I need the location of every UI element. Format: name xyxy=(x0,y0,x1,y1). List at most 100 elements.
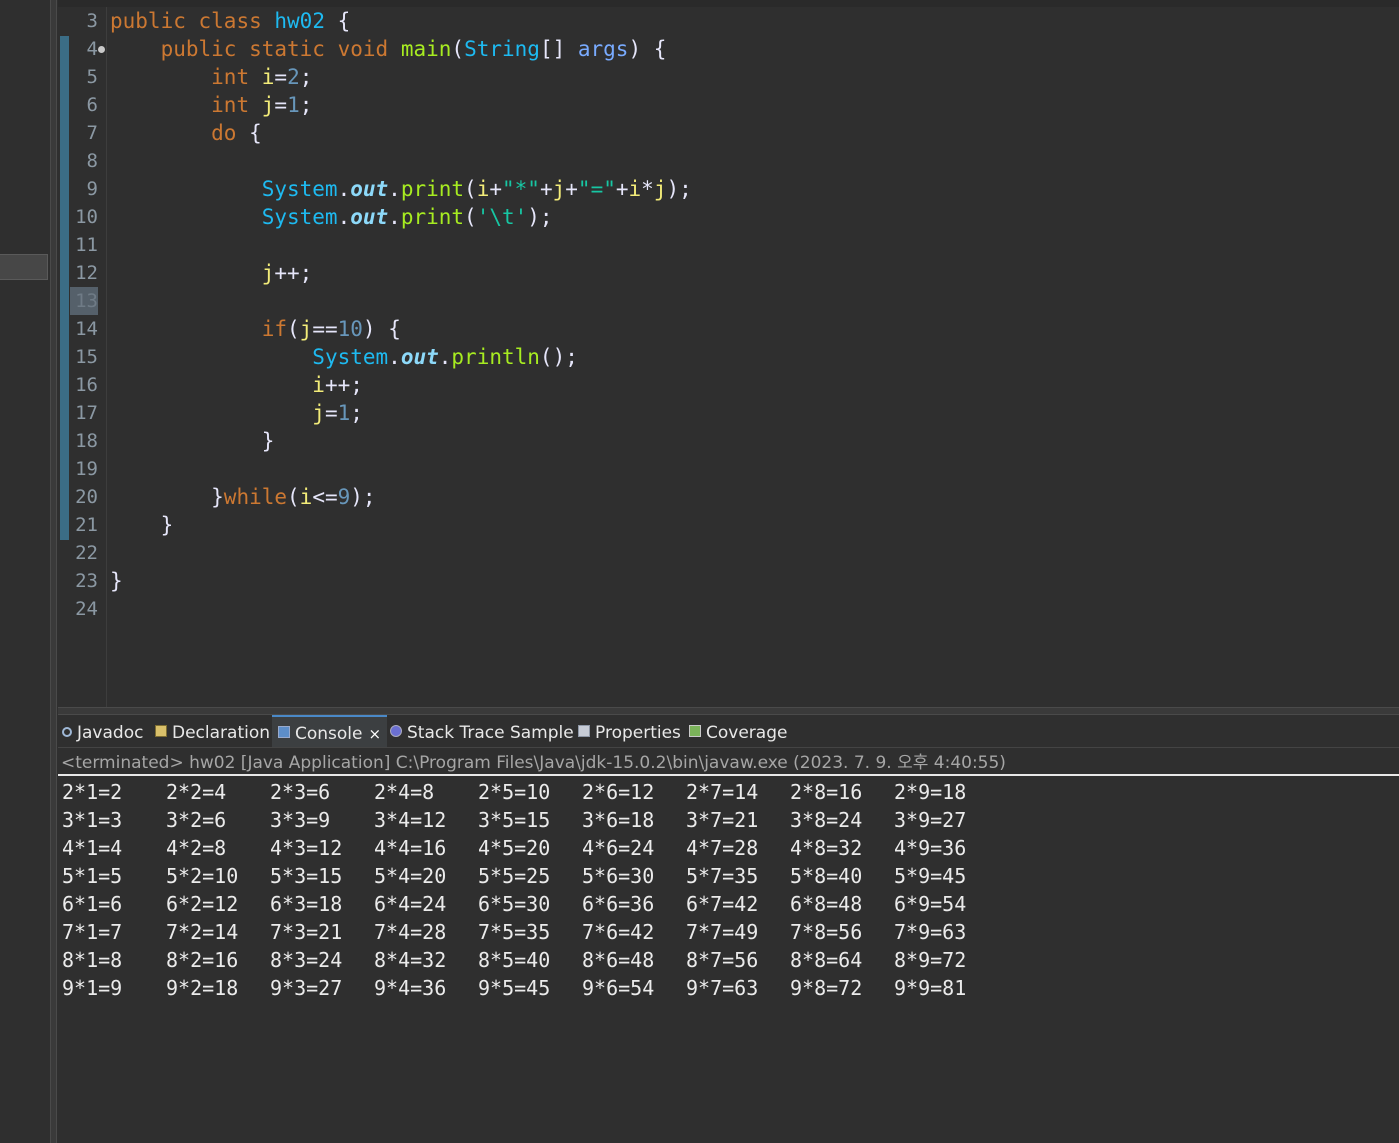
stack-trace-icon xyxy=(390,725,402,737)
code-text: int j=1; xyxy=(211,93,313,117)
tab-javadoc[interactable]: Javadoc xyxy=(62,715,143,747)
code-line: 6 int j=1; xyxy=(58,91,1388,119)
left-side-panel xyxy=(0,0,50,1143)
code-line: 11 xyxy=(58,231,1388,259)
console-cell: 9*4=36 xyxy=(374,976,447,1000)
console-cell: 9*1=9 xyxy=(62,976,123,1000)
console-cell: 9*5=45 xyxy=(478,976,551,1000)
tab-declaration[interactable]: Declaration xyxy=(155,715,270,747)
line-number: 15 xyxy=(75,346,98,368)
console-cell: 8*3=24 xyxy=(270,948,343,972)
code-text: System.out.println(); xyxy=(312,345,578,369)
code-line: 20 }while(i<=9); xyxy=(58,483,1388,511)
line-number: 4 xyxy=(86,38,98,60)
console-cell: 4*4=16 xyxy=(374,836,447,860)
code-text: public class hw02 { xyxy=(110,9,351,33)
line-number: 14 xyxy=(75,318,98,340)
line-number: 6 xyxy=(86,94,98,116)
line-number: 3 xyxy=(86,10,98,32)
tab-label: Properties xyxy=(595,723,681,743)
console-cell: 4*6=24 xyxy=(582,836,655,860)
code-line: 21 } xyxy=(58,511,1388,539)
console-cell: 2*3=6 xyxy=(270,780,331,804)
console-cell: 5*8=40 xyxy=(790,864,863,888)
console-cell: 6*4=24 xyxy=(374,892,447,916)
console-cell: 9*9=81 xyxy=(894,976,967,1000)
line-number: 10 xyxy=(75,206,98,228)
tab-label: Stack Trace Sample xyxy=(407,723,574,743)
tab-label: Coverage xyxy=(706,723,788,743)
line-number: 5 xyxy=(86,66,98,88)
line-number: 7 xyxy=(86,122,98,144)
console-cell: 6*8=48 xyxy=(790,892,863,916)
code-text: int i=2; xyxy=(211,65,313,89)
code-text: j=1; xyxy=(312,401,363,425)
console-cell: 6*5=30 xyxy=(478,892,551,916)
code-line: 19 xyxy=(58,455,1388,483)
tab-console[interactable]: Console × xyxy=(272,715,388,747)
console-cell: 6*7=42 xyxy=(686,892,759,916)
line-number: 21 xyxy=(75,514,98,536)
code-line: 13 xyxy=(58,287,1388,315)
console-cell: 3*8=24 xyxy=(790,808,863,832)
line-number: 23 xyxy=(75,570,98,592)
tab-label: Declaration xyxy=(172,723,271,743)
console-cell: 7*1=7 xyxy=(62,920,123,944)
code-editor[interactable]: 3 public class hw02 {4 public static void… xyxy=(58,0,1399,707)
tab-label: Console xyxy=(295,724,363,744)
console-cell: 4*1=4 xyxy=(62,836,123,860)
vertical-sash[interactable] xyxy=(50,0,57,1143)
console-cell: 7*5=35 xyxy=(478,920,551,944)
horizontal-sash[interactable] xyxy=(58,707,1399,715)
code-line: 12 j++; xyxy=(58,259,1388,287)
line-number: 18 xyxy=(75,430,98,452)
console-cell: 6*2=12 xyxy=(166,892,239,916)
console-cell: 5*2=10 xyxy=(166,864,239,888)
code-text: System.out.print('\t'); xyxy=(261,205,553,229)
code-line: 18 } xyxy=(58,427,1388,455)
tab-coverage[interactable]: Coverage xyxy=(689,715,787,747)
line-number: 20 xyxy=(75,486,98,508)
code-line: 22 xyxy=(58,539,1388,567)
code-text: }while(i<=9); xyxy=(110,485,376,509)
code-text: j++; xyxy=(261,261,313,285)
code-line: 5 int i=2; xyxy=(58,63,1388,91)
tab-properties[interactable]: Properties xyxy=(578,715,681,747)
console-cell: 8*6=48 xyxy=(582,948,655,972)
console-status-line: <terminated> hw02 [Java Application] C:\… xyxy=(61,753,1006,773)
console-cell: 8*2=16 xyxy=(166,948,239,972)
editor-top-edge xyxy=(58,0,1399,7)
code-line: 15 System.out.println(); xyxy=(58,343,1388,371)
code-line: 3 public class hw02 { xyxy=(58,7,1388,35)
console-cell: 2*4=8 xyxy=(374,780,435,804)
code-text: public static void main(String[] args) { xyxy=(160,37,667,61)
console-cell: 5*5=25 xyxy=(478,864,551,888)
collapsed-view-tab[interactable] xyxy=(0,254,48,280)
close-icon[interactable]: × xyxy=(369,725,382,743)
console-cell: 9*6=54 xyxy=(582,976,655,1000)
tab-stack-trace-sample[interactable]: Stack Trace Sample xyxy=(390,715,574,747)
console-cell: 8*4=32 xyxy=(374,948,447,972)
console-cell: 3*9=27 xyxy=(894,808,967,832)
console-cell: 2*6=12 xyxy=(582,780,655,804)
console-header-divider xyxy=(58,774,1399,776)
line-number: 13 xyxy=(70,287,98,315)
console-cell: 9*2=18 xyxy=(166,976,239,1000)
line-number: 22 xyxy=(75,542,98,564)
console-cell: 3*2=6 xyxy=(166,808,227,832)
line-number: 12 xyxy=(75,262,98,284)
code-line: 4 public static void main(String[] args)… xyxy=(58,35,1388,63)
console-cell: 9*3=27 xyxy=(270,976,343,1000)
console-cell: 6*1=6 xyxy=(62,892,123,916)
code-line: 9 System.out.print(i+"*"+j+"="+i*j); xyxy=(58,175,1388,203)
code-text: } xyxy=(110,429,275,453)
console-icon xyxy=(278,726,290,738)
console-cell: 5*4=20 xyxy=(374,864,447,888)
console-cell: 9*8=72 xyxy=(790,976,863,1000)
bottom-panel: Javadoc Declaration Console × Stack Trace… xyxy=(58,715,1399,1143)
console-cell: 9*7=63 xyxy=(686,976,759,1000)
line-number: 17 xyxy=(75,402,98,424)
fold-toggle-icon[interactable] xyxy=(98,46,105,53)
code-text: if(j==10) { xyxy=(261,317,401,341)
code-text: } xyxy=(110,569,123,593)
